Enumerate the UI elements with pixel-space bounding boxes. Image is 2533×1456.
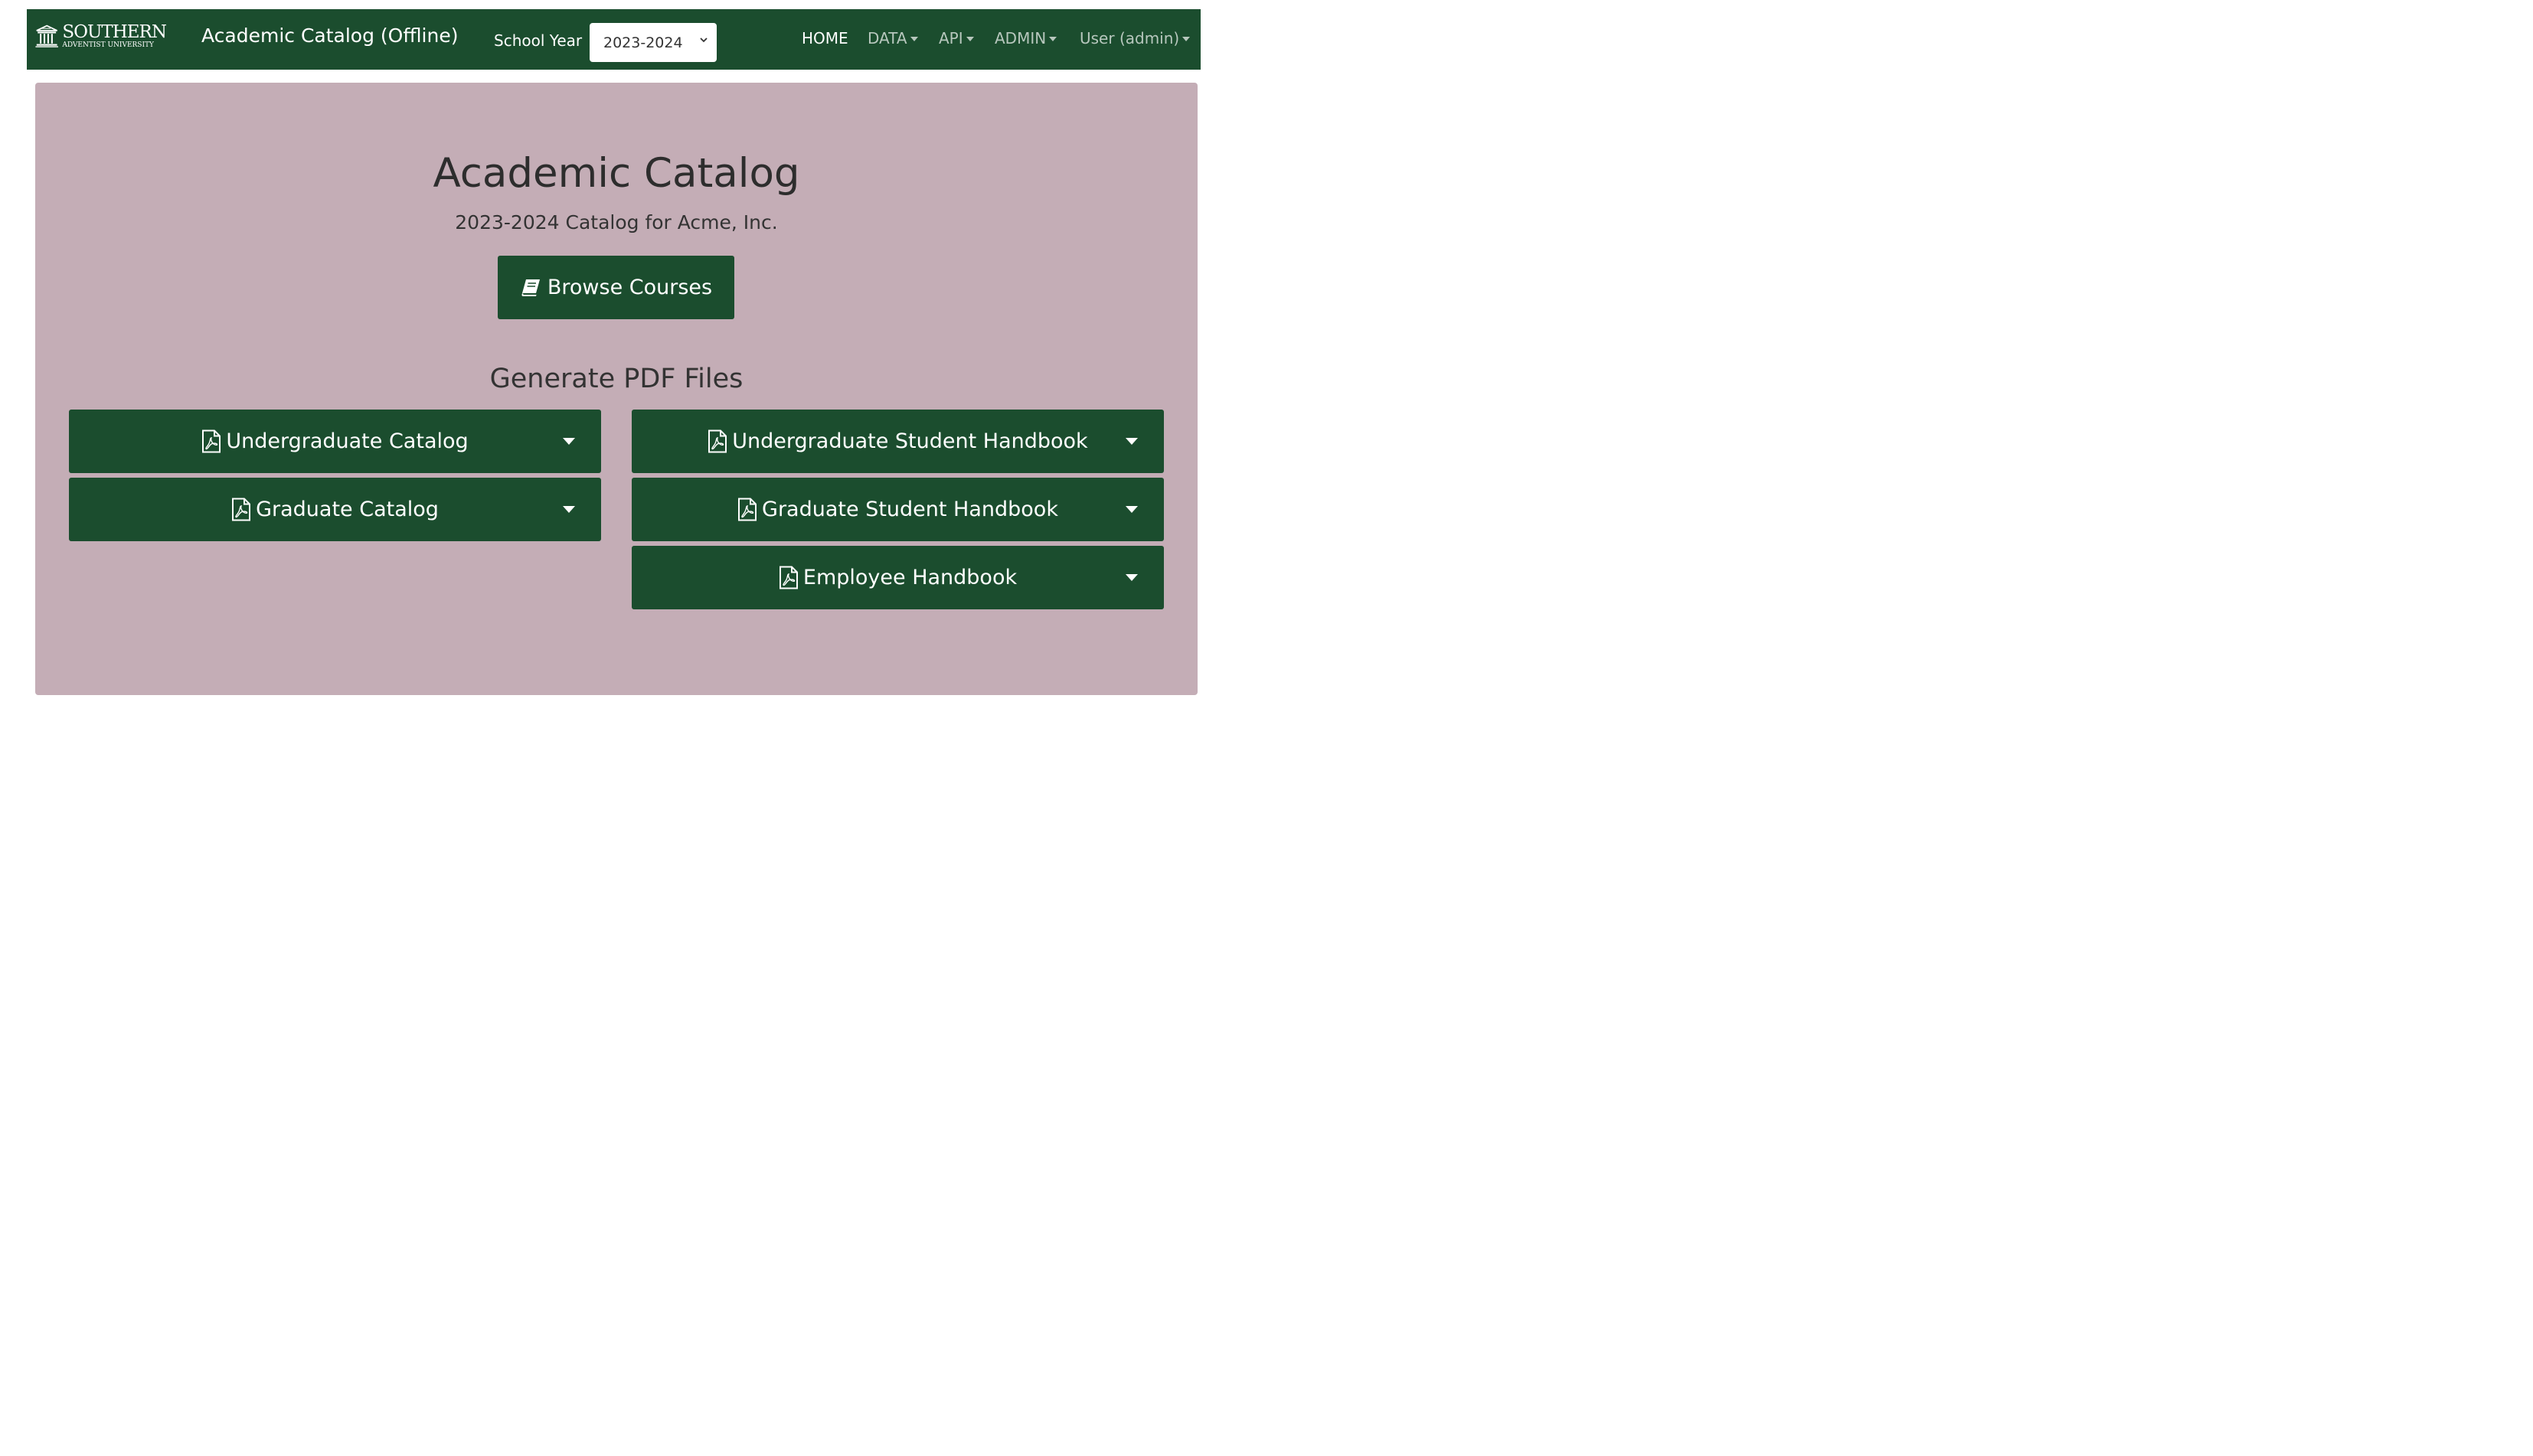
graduate-student-handbook-label: Graduate Student Handbook — [762, 498, 1058, 521]
building-columns-icon — [35, 24, 58, 47]
top-navbar: SOUTHERN ADVENTIST UNIVERSITY Academic C… — [27, 9, 1201, 70]
nav-admin-label: ADMIN — [995, 29, 1047, 47]
file-pdf-icon — [737, 498, 757, 521]
university-logo[interactable]: SOUTHERN ADVENTIST UNIVERSITY — [34, 17, 167, 55]
graduate-student-handbook-dropdown-button[interactable]: Graduate Student Handbook — [632, 478, 1164, 541]
nav-data-dropdown[interactable]: DATA — [868, 29, 918, 47]
caret-down-icon — [910, 37, 918, 41]
undergraduate-student-handbook-dropdown-button[interactable]: Undergraduate Student Handbook — [632, 410, 1164, 473]
browse-courses-label: Browse Courses — [547, 276, 713, 299]
file-pdf-icon — [231, 498, 251, 521]
graduate-catalog-label: Graduate Catalog — [256, 498, 439, 521]
hero-panel: Academic Catalog 2023-2024 Catalog for A… — [35, 83, 1198, 695]
logo-subtitle: ADVENTIST UNIVERSITY — [62, 41, 154, 49]
page-subtitle: 2023-2024 Catalog for Acme, Inc. — [455, 211, 778, 233]
file-pdf-icon — [779, 566, 799, 589]
nav-admin-dropdown[interactable]: ADMIN — [995, 29, 1057, 47]
caret-down-icon — [1126, 506, 1138, 513]
caret-down-icon — [1182, 37, 1191, 41]
nav-api-dropdown[interactable]: API — [939, 29, 974, 47]
caret-down-icon — [966, 37, 974, 41]
undergraduate-catalog-label: Undergraduate Catalog — [226, 429, 469, 453]
caret-down-icon — [563, 438, 575, 445]
nav-home-label: HOME — [802, 29, 848, 47]
logo-wordmark: SOUTHERN — [62, 21, 167, 42]
chevron-down-icon — [700, 38, 708, 43]
nav-api-label: API — [939, 29, 963, 47]
caret-down-icon — [1049, 37, 1057, 41]
pdf-section-heading: Generate PDF Files — [489, 364, 744, 394]
page-title: Academic Catalog — [433, 150, 800, 197]
school-year-label: School Year — [494, 31, 583, 50]
caret-down-icon — [563, 506, 575, 513]
app-brand[interactable]: Academic Catalog (Offline) — [201, 24, 458, 47]
undergraduate-student-handbook-label: Undergraduate Student Handbook — [732, 429, 1088, 453]
caret-down-icon — [1126, 438, 1138, 445]
nav-home[interactable]: HOME — [802, 29, 848, 47]
file-pdf-icon — [708, 429, 727, 453]
nav-user-dropdown[interactable]: User (admin) — [1080, 29, 1191, 47]
employee-handbook-label: Employee Handbook — [802, 566, 1018, 589]
school-year-value: 2023-2024 — [603, 34, 683, 51]
caret-down-icon — [1126, 574, 1138, 581]
graduate-catalog-dropdown-button[interactable]: Graduate Catalog — [69, 478, 601, 541]
school-year-select[interactable]: 2023-2024 — [590, 23, 717, 62]
undergraduate-catalog-dropdown-button[interactable]: Undergraduate Catalog — [69, 410, 601, 473]
nav-user-label: User (admin) — [1080, 29, 1180, 47]
file-pdf-icon — [201, 429, 221, 453]
book-icon — [521, 279, 540, 296]
employee-handbook-dropdown-button[interactable]: Employee Handbook — [632, 546, 1164, 609]
browse-courses-button[interactable]: Browse Courses — [498, 256, 734, 319]
nav-data-label: DATA — [868, 29, 907, 47]
